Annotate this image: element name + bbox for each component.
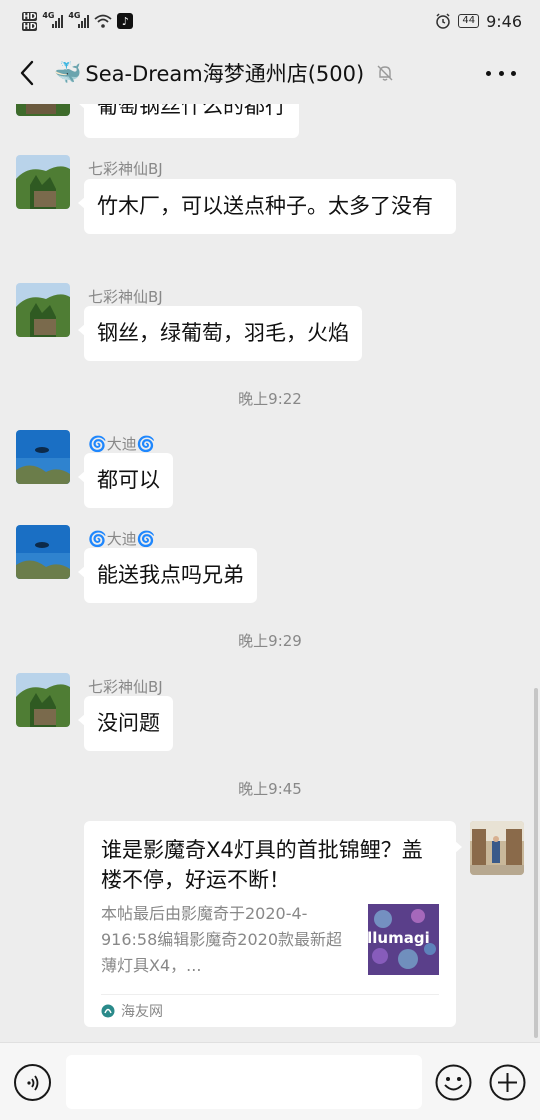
hd-badge-2: HD [22, 21, 38, 31]
input-bar [0, 1042, 540, 1120]
group-name: Sea-Dream海梦通州店(500) [85, 62, 365, 86]
sender-name: 七彩神仙BJ [88, 160, 163, 178]
card-thumb-text: illumagi [368, 929, 430, 947]
hd-badges: HD HD [22, 11, 38, 31]
card-thumbnail: illumagi [368, 904, 439, 975]
sender-name-text: 大迪 [106, 530, 137, 548]
scrollbar[interactable] [534, 688, 538, 1038]
card-source-name: 海友网 [121, 1004, 163, 1020]
title-bar: 🐳 Sea-Dream海梦通州店(500) [0, 42, 540, 104]
card-title: 谁是影魔奇X4灯具的首批锦鲤？盖楼不停，好运不断！ [101, 838, 423, 892]
avatar-dadi[interactable] [16, 525, 70, 579]
mute-bell-icon [377, 65, 393, 81]
chat-bubble[interactable]: 竹木厂，可以送点种子。太多了没有 [78, 179, 456, 234]
chat-bubble[interactable]: 能送我点吗兄弟 [78, 548, 257, 603]
emoji-button[interactable] [435, 1064, 472, 1101]
chat-bubble[interactable]: 没问题 [78, 696, 173, 751]
more-button[interactable] [486, 60, 516, 86]
alarm-icon [436, 13, 451, 29]
swirl-emoji: 🌀 [88, 530, 107, 548]
whale-emoji: 🐳 [54, 60, 82, 86]
sender-name: 🌀大迪🌀 [88, 433, 155, 454]
status-right: 44 9:46 [435, 12, 522, 31]
sender-name: 七彩神仙BJ [88, 678, 163, 696]
network-type-1: 4G [42, 11, 55, 20]
chat-bubble[interactable]: 都可以 [78, 453, 173, 508]
more-dot [498, 70, 504, 76]
voice-icon [26, 1074, 38, 1091]
swirl-emoji: 🌀 [88, 435, 107, 453]
timestamp: 晚上9:45 [238, 780, 302, 798]
timestamp: 晚上9:29 [238, 632, 302, 650]
card-source: 海友网 [101, 1001, 163, 1021]
chat-bubble[interactable]: 葡萄钢丝什么的都行 [78, 104, 299, 138]
chat-title: 🐳 Sea-Dream海梦通州店(500) [54, 58, 394, 88]
card-divider [101, 994, 439, 995]
signal-icon-2: 4G [68, 11, 90, 28]
avatar-qicai[interactable] [16, 104, 70, 116]
timestamp: 晚上9:22 [238, 390, 302, 408]
avatar-dadi[interactable] [16, 430, 70, 484]
sender-name: 七彩神仙BJ [88, 288, 163, 306]
status-left: HD HD 4G 4G ♪ [22, 11, 134, 31]
swirl-emoji: 🌀 [136, 530, 156, 548]
signal-icon-1: 4G [42, 11, 64, 28]
card-description: 本帖最后由影魔奇于2020-4-916:58编辑影魔奇2020款最新超薄灯具X4… [101, 904, 343, 975]
message-input[interactable] [66, 1055, 422, 1109]
avatar-qicai[interactable] [16, 155, 70, 209]
back-arrow-icon [20, 60, 34, 86]
source-logo-icon [101, 1004, 115, 1018]
status-bar: HD HD 4G 4G ♪ 44 9:46 [0, 0, 540, 42]
more-dot [511, 70, 516, 76]
more-icon [486, 70, 491, 76]
avatar-qicai[interactable] [16, 283, 70, 337]
chat-bubble[interactable]: 钢丝，绿葡萄，羽毛，火焰 [78, 306, 362, 361]
battery-icon: 44 [458, 14, 480, 28]
plus-button[interactable] [489, 1064, 526, 1101]
back-button[interactable] [0, 42, 54, 104]
link-card[interactable]: 谁是影魔奇X4灯具的首批锦鲤？盖楼不停，好运不断！ 本帖最后由影魔奇于2020-… [84, 821, 462, 1027]
voice-button[interactable] [14, 1064, 51, 1101]
hd-badge-1: HD [22, 11, 38, 21]
avatar-qicai[interactable] [16, 673, 70, 727]
tiktok-icon: ♪ [117, 13, 134, 29]
sender-name-text: 大迪 [106, 435, 137, 453]
sender-name: 🌀大迪🌀 [88, 528, 155, 549]
message-list[interactable]: 葡萄钢丝什么的都行 七彩神仙BJ 竹木厂，可以送点种子。太多了没有 七彩神仙BJ… [0, 104, 540, 1042]
network-type-2: 4G [68, 11, 81, 20]
swirl-emoji: 🌀 [136, 435, 156, 453]
avatar-self[interactable] [470, 821, 524, 875]
wifi-icon [94, 14, 112, 28]
clock: 9:46 [486, 11, 522, 31]
